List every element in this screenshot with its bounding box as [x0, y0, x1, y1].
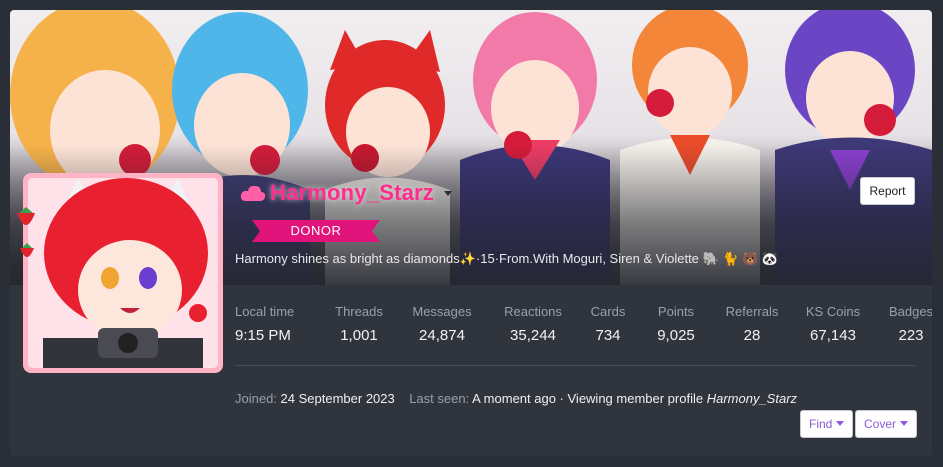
stat-label: Badges — [888, 304, 932, 319]
stat-value[interactable]: 9,025 — [640, 327, 712, 344]
stat-value[interactable]: 67,143 — [792, 327, 874, 344]
stat-value[interactable]: 1,001 — [324, 327, 394, 344]
cloud-icon — [240, 185, 266, 201]
stat-reactions[interactable]: Reactions 35,244 — [490, 304, 576, 344]
cover-button-label: Cover — [864, 417, 897, 431]
stat-label: Local time — [235, 304, 295, 319]
stat-label: Referrals — [725, 304, 779, 319]
report-button[interactable]: Report — [860, 177, 915, 205]
avatar[interactable] — [23, 173, 223, 373]
stat-value[interactable]: 734 — [576, 327, 640, 344]
divider — [235, 365, 915, 366]
find-button[interactable]: Find — [800, 410, 854, 438]
stat-badges[interactable]: Badges 223 — [874, 304, 932, 344]
stat-cards[interactable]: Cards 734 — [576, 304, 640, 344]
stat-label: KS Coins — [805, 304, 861, 319]
stat-label: Reactions — [504, 304, 562, 319]
last-seen-profile-link[interactable]: Harmony_Starz — [707, 391, 797, 406]
username-row: Harmony_Starz — [240, 180, 452, 206]
stat-points[interactable]: Points 9,025 — [640, 304, 712, 344]
member-profile-card: Harmony_Starz DONOR Harmony shines as br… — [10, 10, 932, 456]
member-meta: Joined: 24 September 2023 Last seen: A m… — [235, 391, 797, 406]
stat-label: Threads — [335, 304, 383, 319]
strawberry-icon — [17, 207, 35, 225]
strawberry-icon — [20, 243, 34, 257]
joined-label: Joined: — [235, 391, 277, 406]
stat-value[interactable]: 35,244 — [490, 327, 576, 344]
user-banner: DONOR — [252, 220, 380, 242]
stat-label: Messages — [412, 304, 472, 319]
stat-value[interactable]: 24,874 — [394, 327, 490, 344]
caret-down-icon[interactable] — [444, 190, 452, 196]
find-button-label: Find — [809, 417, 833, 431]
stat-messages[interactable]: Messages 24,874 — [394, 304, 490, 344]
last-seen-value: A moment ago · Viewing member profile — [472, 391, 704, 406]
stat-referrals[interactable]: Referrals 28 — [712, 304, 792, 344]
stat-label: Points — [657, 304, 695, 319]
user-banner-label: DONOR — [290, 223, 342, 238]
stat-value[interactable]: 223 — [874, 327, 932, 344]
stat-local-time: Local time 9:15 PM — [235, 304, 324, 344]
profile-bio: Harmony shines as bright as diamonds✨·15… — [235, 251, 779, 266]
stat-value: 9:15 PM — [235, 327, 291, 344]
caret-down-icon — [836, 421, 845, 426]
avatar-image — [28, 178, 218, 368]
username[interactable]: Harmony_Starz — [270, 180, 434, 206]
joined-date: 24 September 2023 — [280, 391, 395, 406]
cover-button[interactable]: Cover — [855, 410, 918, 438]
stat-threads[interactable]: Threads 1,001 — [324, 304, 394, 344]
stats-row: Local time 9:15 PM Threads 1,001 Message… — [235, 304, 932, 344]
last-seen-label: Last seen: — [409, 391, 470, 406]
stat-ks-coins[interactable]: KS Coins 67,143 — [792, 304, 874, 344]
stat-value[interactable]: 28 — [712, 327, 792, 344]
stat-label: Cards — [590, 304, 626, 319]
caret-down-icon — [900, 421, 909, 426]
